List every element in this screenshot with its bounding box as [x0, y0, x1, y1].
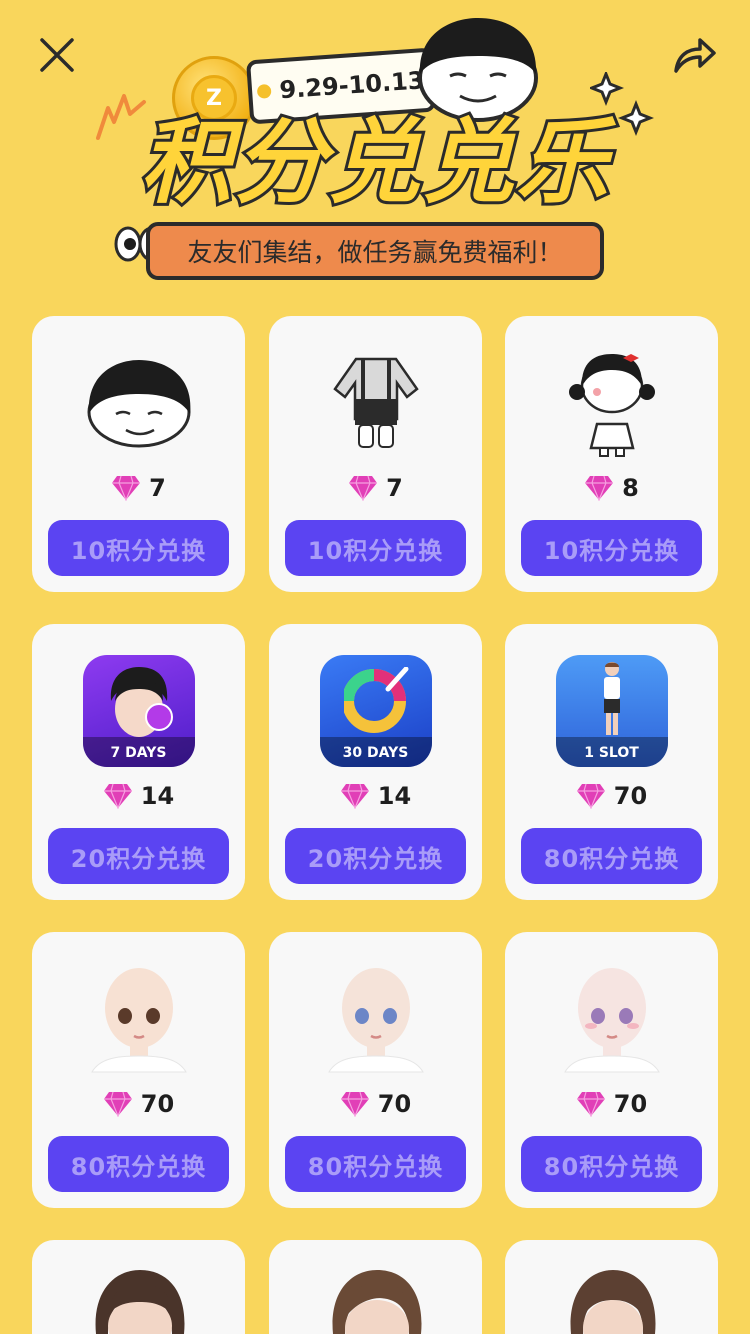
reward-card: 1 SLOT 70 80积分兑换	[505, 624, 718, 900]
gem-amount: 7	[149, 474, 166, 502]
subtitle-text: 友友们集结，做任务赢免费福利！	[187, 238, 563, 267]
gem-amount: 7	[386, 474, 403, 502]
reward-card: 7 10积分兑换	[269, 316, 482, 592]
title-text: 积分兑兑乐	[137, 106, 611, 219]
gem-amount: 14	[140, 782, 175, 810]
redeem-button[interactable]: 80积分兑换	[285, 1136, 466, 1192]
gem-icon	[340, 1091, 369, 1117]
gem-icon	[576, 1091, 605, 1117]
gem-price: 70	[269, 1086, 482, 1122]
gem-amount: 70	[377, 1090, 412, 1118]
gem-price: 7	[269, 470, 482, 506]
dot-icon	[257, 83, 273, 99]
redeem-label: 80积分兑换	[543, 844, 680, 873]
redeem-label: 80积分兑换	[307, 1152, 444, 1181]
redeem-label: 20积分兑换	[70, 844, 207, 873]
reward-card	[32, 1240, 245, 1334]
redeem-button[interactable]: 80积分兑换	[521, 828, 702, 884]
face-blue-eyes-item-icon	[319, 962, 432, 1075]
event-banner: Z 9.29-10.13 积分兑兑乐 友友们集结，做任务赢免费福利！	[0, 0, 750, 300]
reward-card	[505, 1240, 718, 1334]
gem-amount: 70	[140, 1090, 175, 1118]
date-range: 9.29-10.13	[278, 66, 426, 105]
redeem-button[interactable]: 80积分兑换	[521, 1136, 702, 1192]
gem-icon	[576, 783, 605, 809]
gem-price: 7	[32, 470, 245, 506]
gem-icon	[112, 475, 141, 501]
gem-icon	[349, 475, 378, 501]
redeem-label: 20积分兑换	[307, 844, 444, 873]
gem-price: 70	[505, 778, 718, 814]
gem-price: 70	[505, 1086, 718, 1122]
gem-amount: 14	[377, 782, 412, 810]
duration-label: 7 DAYS	[110, 744, 167, 761]
girl-character-item-icon	[555, 346, 668, 459]
gem-icon	[103, 1091, 132, 1117]
redeem-button[interactable]: 10积分兑换	[285, 520, 466, 576]
gem-icon	[340, 783, 369, 809]
reward-card: 7 10积分兑换	[32, 316, 245, 592]
redeem-button[interactable]: 10积分兑换	[521, 520, 702, 576]
reward-card: 7 DAYS 14 20积分兑换	[32, 624, 245, 900]
face-pink-eyes-item-icon	[555, 962, 668, 1075]
gem-amount: 70	[613, 782, 648, 810]
meme-head-item-icon	[82, 346, 195, 459]
reward-card: 70 80积分兑换	[269, 932, 482, 1208]
redeem-button[interactable]: 20积分兑换	[285, 828, 466, 884]
event-subtitle: 友友们集结，做任务赢免费福利！	[146, 222, 604, 280]
hair-bangs-item-icon	[95, 1270, 185, 1334]
reward-card: 30 DAYS 14 20积分兑换	[269, 624, 482, 900]
color-pass-item-icon: 30 DAYS	[319, 654, 432, 767]
redeem-button[interactable]: 80积分兑换	[48, 1136, 229, 1192]
meme-face-icon	[418, 18, 538, 122]
face-edit-item-icon: 7 DAYS	[82, 654, 195, 767]
redeem-label: 80积分兑换	[70, 1152, 207, 1181]
slot-label: 1 SLOT	[584, 744, 639, 761]
reward-card: 8 10积分兑换	[505, 316, 718, 592]
hair-side-part-item-icon	[332, 1270, 422, 1334]
gem-icon	[103, 783, 132, 809]
gem-price: 14	[32, 778, 245, 814]
gem-price: 14	[269, 778, 482, 814]
redeem-label: 80积分兑换	[543, 1152, 680, 1181]
duration-label: 30 DAYS	[342, 744, 409, 761]
gem-icon	[585, 475, 614, 501]
avatar-slot-item-icon: 1 SLOT	[555, 654, 668, 767]
redeem-label: 10积分兑换	[70, 536, 207, 565]
gem-price: 70	[32, 1086, 245, 1122]
redeem-button[interactable]: 20积分兑换	[48, 828, 229, 884]
gem-amount: 70	[613, 1090, 648, 1118]
hair-long-item-icon	[570, 1270, 656, 1334]
gem-price: 8	[505, 470, 718, 506]
gem-amount: 8	[622, 474, 639, 502]
redeem-label: 10积分兑换	[307, 536, 444, 565]
outfit-item-icon	[319, 346, 432, 459]
event-title: 积分兑兑乐	[110, 106, 640, 219]
redeem-label: 10积分兑换	[543, 536, 680, 565]
reward-card: 70 80积分兑换	[505, 932, 718, 1208]
redeem-button[interactable]: 10积分兑换	[48, 520, 229, 576]
face-brown-eyes-item-icon	[82, 962, 195, 1075]
reward-card: 70 80积分兑换	[32, 932, 245, 1208]
reward-card	[269, 1240, 482, 1334]
